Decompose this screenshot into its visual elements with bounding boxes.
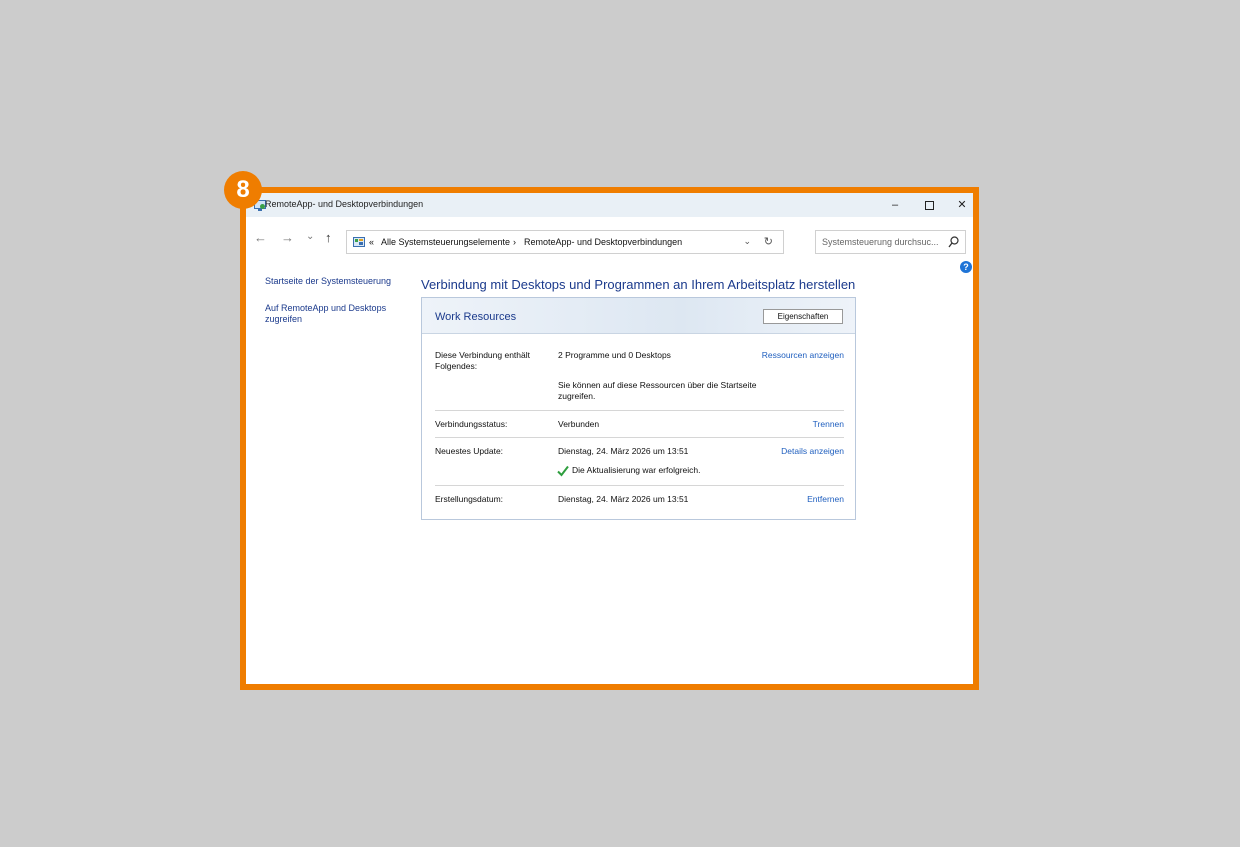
navigation-bar: ← → ⌄ ↑ « Alle Systemsteuerungselemente … [246, 226, 973, 254]
properties-button[interactable]: Eigenschaften [763, 309, 843, 324]
maximize-icon [924, 200, 934, 210]
title-bar: RemoteApp- und Desktopverbindungen – ✕ [246, 193, 973, 217]
close-button[interactable]: ✕ [947, 195, 977, 215]
refresh-icon[interactable]: ↻ [764, 235, 773, 248]
sidebar-item-access-remoteapp[interactable]: Auf RemoteApp und Desktops zugreifen [265, 303, 390, 325]
breadcrumb-all-items[interactable]: Alle Systemsteuerungselemente [381, 237, 510, 247]
last-update-label: Neuestes Update: [435, 446, 504, 456]
search-input[interactable]: Systemsteuerung durchsuc... [815, 230, 966, 254]
up-button[interactable]: ↑ [325, 230, 332, 245]
panel-header: Work Resources Eigenschaften [422, 298, 855, 334]
status-label: Verbindungsstatus: [435, 419, 508, 429]
sidebar-item-control-panel-home[interactable]: Startseite der Systemsteuerung [265, 276, 395, 287]
contents-value: 2 Programme und 0 Desktops [558, 350, 671, 360]
divider [435, 410, 844, 411]
forward-button[interactable]: → [281, 230, 294, 245]
breadcrumb-current[interactable]: RemoteApp- und Desktopverbindungen [524, 237, 682, 247]
update-success-message: Die Aktualisierung war erfolgreich. [572, 465, 701, 475]
show-resources-link[interactable]: Ressourcen anzeigen [762, 350, 844, 360]
step-number-badge: 8 [224, 171, 262, 209]
recent-locations-button[interactable]: ⌄ [306, 231, 314, 242]
success-check-icon [557, 465, 569, 477]
divider [435, 485, 844, 486]
search-placeholder: Systemsteuerung durchsuc... [822, 237, 939, 247]
remove-link[interactable]: Entfernen [807, 494, 844, 504]
disconnect-link[interactable]: Trennen [813, 419, 844, 429]
window-title: RemoteApp- und Desktopverbindungen [265, 199, 424, 209]
address-overflow-chevrons[interactable]: « [369, 237, 374, 247]
back-button[interactable]: ← [254, 230, 267, 245]
window-frame: RemoteApp- und Desktopverbindungen – ✕ ←… [240, 187, 979, 690]
contents-note: Sie können auf diese Ressourcen über die… [558, 380, 757, 401]
status-value: Verbunden [558, 419, 600, 429]
help-icon[interactable]: ? [960, 261, 972, 273]
page-title: Verbindung mit Desktops und Programmen a… [421, 277, 856, 292]
control-panel-icon [353, 237, 365, 247]
connection-panel: Work Resources Eigenschaften Diese Verbi… [421, 297, 856, 520]
address-dropdown-icon[interactable]: ⌄ [743, 236, 751, 247]
creation-date-value: Dienstag, 24. März 2026 um 13:51 [558, 494, 689, 504]
search-icon[interactable] [948, 236, 959, 248]
creation-date-label: Erstellungsdatum: [435, 494, 504, 504]
last-update-value: Dienstag, 24. März 2026 um 13:51 [558, 446, 689, 456]
breadcrumb-separator-icon[interactable]: › [513, 237, 516, 247]
contents-label: Diese Verbindung enthält Folgendes: [435, 350, 530, 371]
maximize-button[interactable] [914, 195, 944, 215]
connection-name: Work Resources [435, 311, 517, 323]
minimize-button[interactable]: – [880, 195, 910, 215]
show-details-link[interactable]: Details anzeigen [781, 446, 844, 456]
divider [435, 437, 844, 438]
address-bar[interactable]: « Alle Systemsteuerungselemente › Remote… [346, 230, 784, 254]
